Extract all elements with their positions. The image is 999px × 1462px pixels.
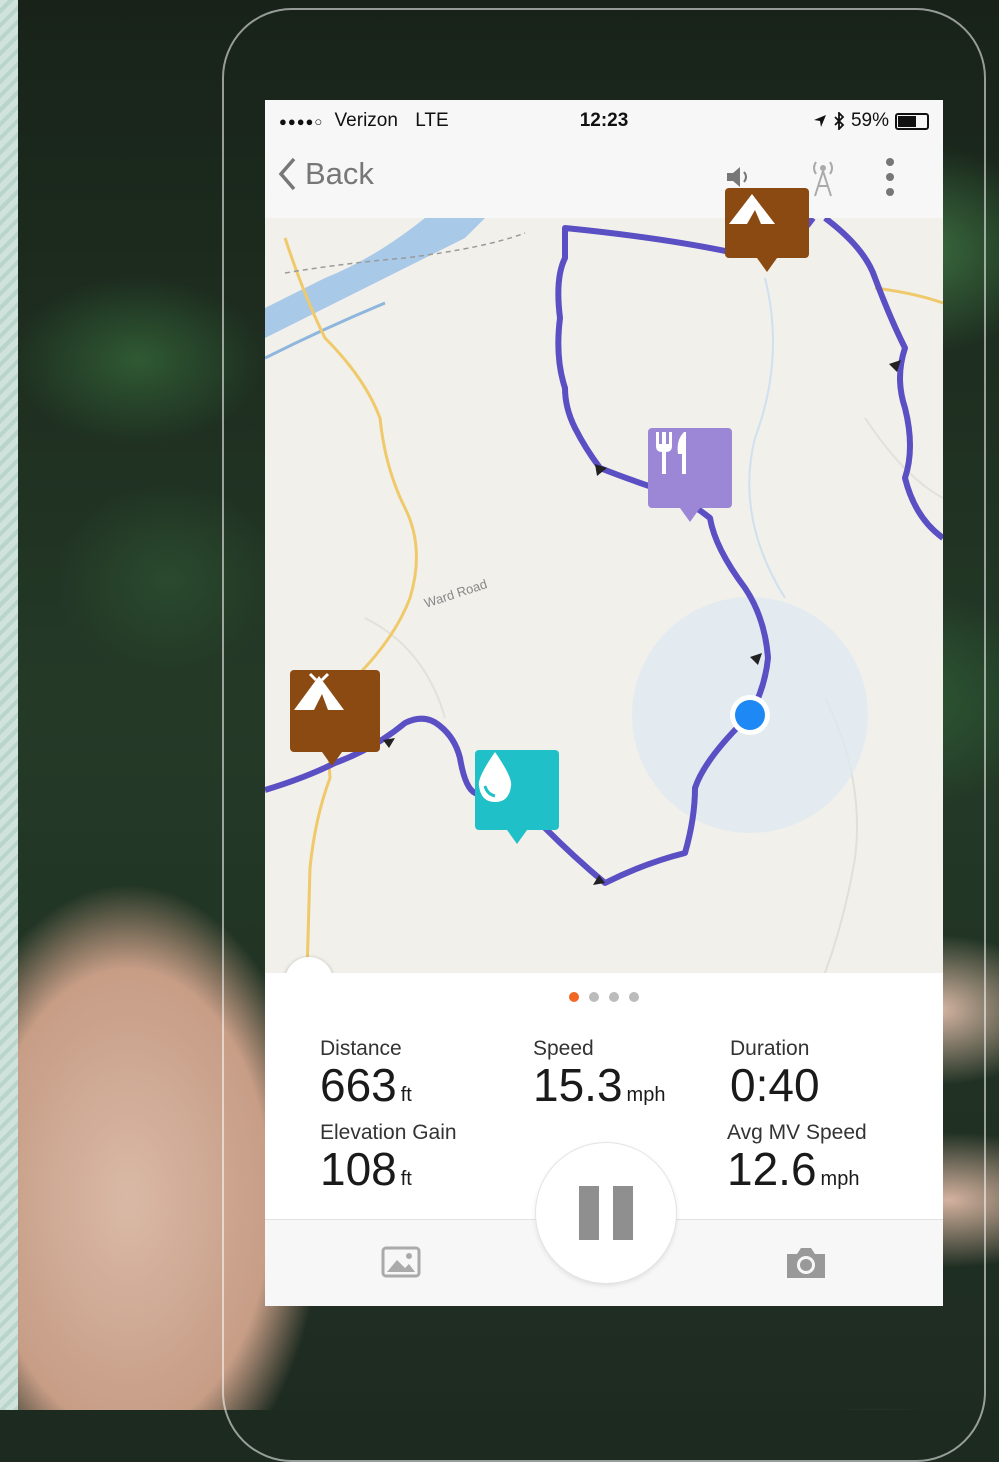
- page-dot[interactable]: [589, 992, 599, 1002]
- avg-mv-speed-stat: Avg MV Speed 12.6 mph: [727, 1121, 867, 1193]
- pause-icon: [579, 1186, 599, 1240]
- page-dot[interactable]: [629, 992, 639, 1002]
- broadcast-tower-icon[interactable]: [807, 158, 839, 198]
- campsite-marker[interactable]: [725, 188, 809, 272]
- battery-icon: [895, 112, 929, 130]
- map-canvas: [265, 218, 943, 973]
- photo-gallery-icon[interactable]: [381, 1246, 421, 1278]
- distance-value: 663: [320, 1059, 397, 1111]
- page-indicator[interactable]: [265, 989, 943, 1007]
- duration-value: 0:40: [730, 1059, 820, 1111]
- back-label: Back: [305, 156, 374, 191]
- speed-value: 15.3: [533, 1059, 623, 1111]
- distance-unit: ft: [400, 1084, 412, 1106]
- chevron-left-icon: [278, 157, 296, 191]
- duration-stat: Duration 0:40: [730, 1037, 820, 1109]
- restaurant-marker[interactable]: [648, 428, 732, 522]
- elevation-gain-value: 108: [320, 1143, 397, 1195]
- avg-mv-speed-label: Avg MV Speed: [727, 1121, 867, 1144]
- water-drop-icon: [478, 752, 512, 802]
- nav-bar: Back: [265, 142, 943, 219]
- phone-screen: ●●●●○ Verizon LTE 12:23 59% Back Ward Ro…: [265, 100, 943, 1306]
- speed-unit: mph: [626, 1084, 666, 1106]
- campsite-marker[interactable]: [290, 670, 380, 766]
- status-bar: ●●●●○ Verizon LTE 12:23 59%: [265, 100, 943, 142]
- distance-label: Distance: [320, 1037, 402, 1060]
- duration-label: Duration: [730, 1037, 810, 1060]
- map-view[interactable]: Ward Road: [265, 188, 943, 973]
- camera-icon[interactable]: [783, 1246, 829, 1280]
- water-source-marker[interactable]: [475, 750, 559, 844]
- bluetooth-icon: [834, 112, 845, 130]
- speed-label: Speed: [533, 1037, 594, 1060]
- location-arrow-icon: [813, 115, 826, 127]
- avg-mv-speed-value: 12.6: [727, 1143, 817, 1195]
- more-vertical-icon[interactable]: [883, 156, 897, 198]
- page-dot-active[interactable]: [569, 992, 579, 1002]
- elevation-gain-stat: Elevation Gain 108 ft: [320, 1121, 457, 1193]
- tent-icon: [729, 194, 775, 224]
- back-button[interactable]: Back: [277, 156, 374, 192]
- battery-percent: 59%: [850, 110, 889, 131]
- page-dot[interactable]: [609, 992, 619, 1002]
- pause-button[interactable]: [536, 1143, 676, 1283]
- elevation-gain-label: Elevation Gain: [320, 1121, 457, 1144]
- distance-stat: Distance 663 ft: [320, 1037, 412, 1109]
- tent-icon: [294, 672, 344, 710]
- pause-icon: [613, 1186, 633, 1240]
- fork-knife-icon: [656, 432, 686, 474]
- avg-mv-speed-unit: mph: [820, 1168, 860, 1190]
- status-indicators: 59%: [813, 110, 929, 132]
- elevation-gain-unit: ft: [400, 1168, 412, 1190]
- background-pattern: [0, 0, 18, 1410]
- speed-stat: Speed 15.3 mph: [533, 1037, 665, 1109]
